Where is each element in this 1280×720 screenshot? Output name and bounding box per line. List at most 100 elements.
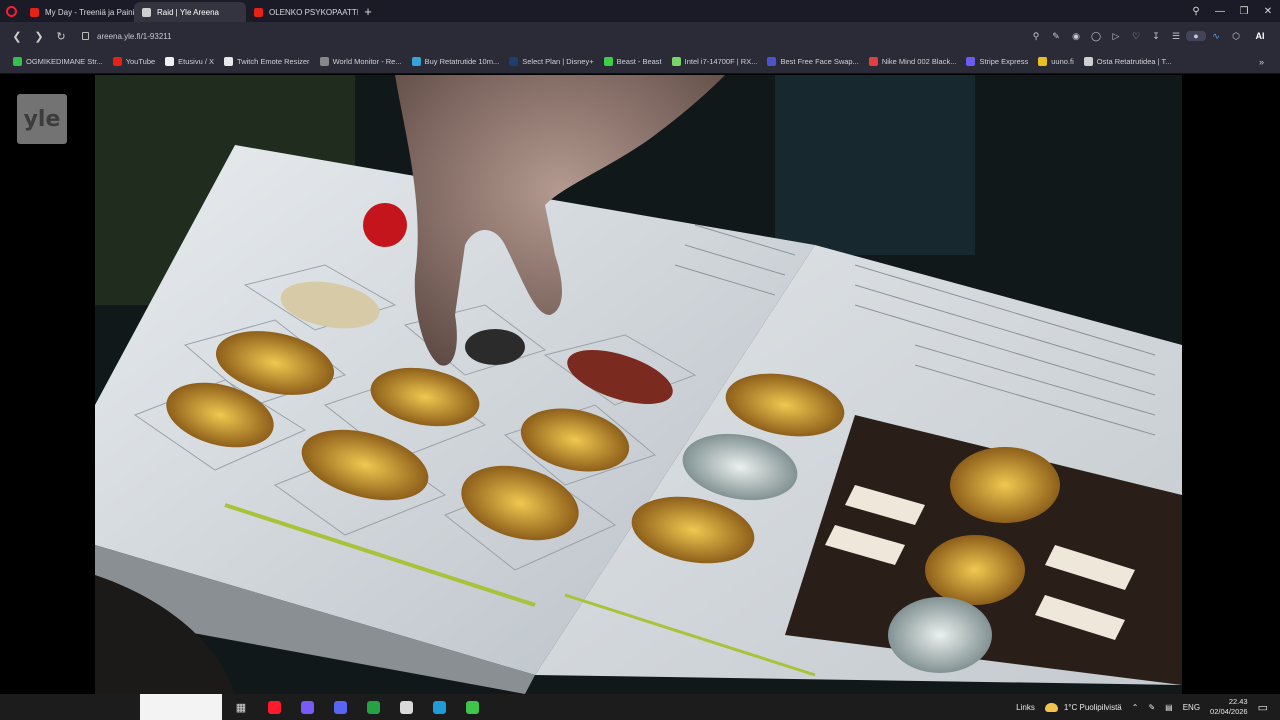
discord-icon[interactable]	[326, 696, 354, 718]
bookmark-item[interactable]: OGMIKEDIMANE Str...	[8, 57, 108, 66]
opera-icon[interactable]	[260, 696, 288, 718]
bookmark-favicon-icon	[767, 57, 777, 66]
bookmark-label: Best Free Face Swap...	[780, 57, 859, 66]
bookmark-label: Intel i7-14700F | RX...	[684, 57, 758, 66]
bookmark-item[interactable]: Intel i7-14700F | RX...	[667, 57, 763, 66]
bookmark-item[interactable]: Osta Retatrutidea | T...	[1079, 57, 1177, 66]
url-field[interactable]: areena.yle.fi/1-93211	[82, 32, 172, 41]
lock-icon	[82, 32, 89, 40]
taskbar-apps	[255, 696, 486, 718]
search-tabs-icon[interactable]: ⚲	[1184, 6, 1208, 17]
more-bookmarks-icon[interactable]: »	[1259, 57, 1264, 67]
ai-button[interactable]: AI	[1246, 31, 1274, 41]
weather-widget[interactable]: 1°C Puolipilvistä	[1044, 702, 1122, 712]
url-text: areena.yle.fi/1-93211	[97, 31, 172, 41]
show-hidden-icons-icon[interactable]: ⌃	[1132, 703, 1139, 712]
language-indicator[interactable]: ENG	[1183, 703, 1200, 712]
camera-icon[interactable]: ◉	[1066, 31, 1086, 42]
pen-icon[interactable]: ✎	[1148, 703, 1155, 712]
tab-label: My Day - Treeniä ja Painiä	[45, 7, 134, 17]
account-icon[interactable]: ●	[1186, 31, 1206, 41]
bookmark-favicon-icon	[112, 57, 122, 66]
forward-button[interactable]: ❯	[28, 25, 50, 47]
bookmark-item[interactable]: Best Free Face Swap...	[762, 57, 863, 66]
bookmark-favicon-icon	[224, 57, 234, 66]
whatsapp-desktop-icon-glyph	[366, 700, 380, 714]
copilot-icon[interactable]	[293, 696, 321, 718]
youtube-icon	[254, 7, 263, 17]
tab-label: Raid | Yle Areena	[157, 7, 219, 17]
copilot-icon-glyph	[300, 700, 314, 714]
bookmark-item[interactable]: Buy Retatrutide 10m...	[407, 57, 505, 66]
system-tray: Links 1°C Puolipilvistä ⌃ ✎ ▤ ENG 22.43 …	[1016, 697, 1280, 717]
bookmark-label: Select Plan | Disney+	[522, 57, 594, 66]
extension-icon[interactable]: ∿	[1206, 31, 1226, 42]
bookmark-favicon-icon	[603, 57, 613, 66]
edge-icon[interactable]	[425, 696, 453, 718]
bookmark-favicon-icon	[868, 57, 878, 66]
bookmark-favicon-icon	[509, 57, 519, 66]
search-icon[interactable]: ⚲	[1026, 31, 1046, 42]
edge-icon-glyph	[432, 700, 446, 714]
tab-raid-yle-areena[interactable]: Raid | Yle Areena	[134, 2, 246, 22]
bookmark-favicon-icon	[1038, 57, 1048, 66]
close-button[interactable]: ✕	[1256, 6, 1280, 17]
bookmark-item[interactable]: uuno.fi	[1033, 57, 1079, 66]
back-button[interactable]: ❮	[6, 25, 28, 47]
video-player[interactable]: yle	[0, 75, 1280, 694]
bookmark-favicon-icon	[13, 57, 22, 66]
bookmark-item[interactable]: Beast - Beast	[599, 57, 667, 66]
bookmark-item[interactable]: Nike Mind 002 Black...	[864, 57, 962, 66]
bookmark-label: Etusivu / X	[178, 57, 215, 66]
video-frame	[95, 75, 1182, 694]
edit-icon[interactable]: ✎	[1046, 31, 1066, 42]
clock[interactable]: 22.43 02/04/2026	[1210, 697, 1248, 717]
shield-icon[interactable]: ◯	[1086, 31, 1106, 42]
clock-time: 22.43	[1228, 697, 1248, 706]
discord-icon-glyph	[333, 700, 347, 714]
tab-olenko-psykopaatti[interactable]: OLENKO PSYKOPAATTI? Fe	[246, 2, 358, 22]
bookmark-item[interactable]: Select Plan | Disney+	[504, 57, 598, 66]
play-store-icon-glyph	[465, 700, 479, 714]
weather-text: 1°C Puolipilvistä	[1063, 702, 1122, 712]
bookmark-item[interactable]: World Monitor - Re...	[315, 57, 407, 66]
bookmark-item[interactable]: YouTube	[108, 57, 160, 66]
desktop: My Day - Treeniä ja Painiä Raid | Yle Ar…	[0, 0, 1280, 720]
play-store-icon[interactable]	[458, 696, 486, 718]
minimize-button[interactable]: —	[1208, 6, 1232, 17]
opera-menu-icon[interactable]	[0, 0, 22, 22]
bookmark-label: World Monitor - Re...	[332, 57, 402, 66]
bookmark-favicon-icon	[966, 57, 976, 66]
tab-label: OLENKO PSYKOPAATTI? Fe	[269, 7, 358, 17]
links-toolbar[interactable]: Links	[1016, 703, 1035, 712]
network-icon[interactable]: ▤	[1165, 703, 1173, 712]
bookmark-label: Twitch Emote Resizer	[237, 57, 310, 66]
bookmark-item[interactable]: Etusivu / X	[160, 57, 219, 66]
taskbar-search-box[interactable]	[140, 694, 222, 720]
bookmark-item[interactable]: Twitch Emote Resizer	[219, 57, 315, 66]
clock-date: 02/04/2026	[1210, 707, 1248, 716]
windows-taskbar: ▦ Links 1°C Puolipilvistä ⌃ ✎ ▤ ENG 22.4…	[0, 694, 1280, 720]
new-tab-button[interactable]: +	[358, 1, 378, 21]
bookmark-favicon-icon	[319, 57, 329, 66]
maximize-button[interactable]: ❐	[1232, 6, 1256, 17]
download-icon[interactable]: ↧	[1146, 31, 1166, 42]
tab-my-day[interactable]: My Day - Treeniä ja Painiä	[22, 2, 134, 22]
bookmark-label: Nike Mind 002 Black...	[881, 57, 957, 66]
heart-icon[interactable]: ♡	[1126, 31, 1146, 42]
shield-app-icon-glyph	[399, 700, 413, 714]
notifications-icon[interactable]: ▭	[1258, 701, 1268, 714]
shield-app-icon[interactable]	[392, 696, 420, 718]
task-view-icon[interactable]: ▦	[227, 696, 255, 718]
reload-button[interactable]: ↻	[50, 25, 72, 47]
bookmark-item[interactable]: Stripe Express	[961, 57, 1033, 66]
whatsapp-desktop-icon[interactable]	[359, 696, 387, 718]
play-icon[interactable]: ▷	[1106, 31, 1126, 42]
menu-icon[interactable]: ☰	[1166, 31, 1186, 42]
cube-icon[interactable]: ⬡	[1226, 31, 1246, 42]
toolbar-icons: ⚲ ✎ ◉ ◯ ▷ ♡ ↧ ☰ ● ∿ ⬡ AI	[1026, 31, 1274, 42]
bookmark-favicon-icon	[165, 57, 175, 66]
bookmark-label: YouTube	[125, 57, 156, 66]
video-content	[95, 75, 1182, 694]
bookmark-label: Stripe Express	[979, 57, 1029, 66]
